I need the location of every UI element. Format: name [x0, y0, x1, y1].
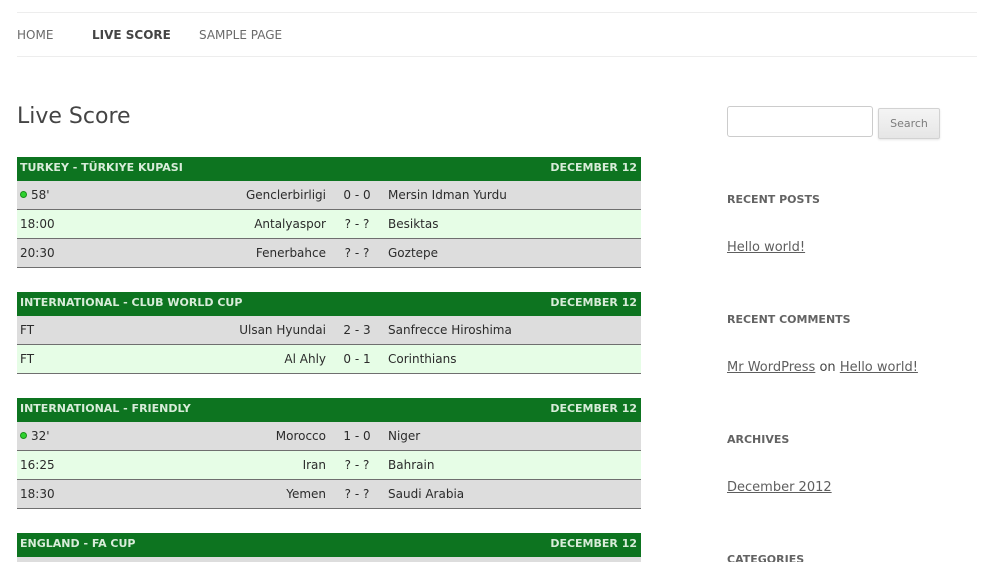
categories-title: CATEGORIES: [727, 553, 805, 562]
match-status: FT: [20, 352, 35, 366]
comment-post-link[interactable]: Hello world!: [840, 360, 918, 375]
match-score: 0 - 1: [343, 352, 371, 366]
competition-friendly: INTERNATIONAL - FRIENDLY DECEMBER 12 32'…: [17, 398, 641, 509]
page: HOME LIVE SCORE SAMPLE PAGE Live Score T…: [0, 0, 994, 562]
home-team: Fenerbahce: [255, 246, 326, 260]
competition-date: DECEMBER 12: [550, 296, 637, 309]
match-status: 32': [20, 422, 50, 450]
match-score: 2 - 3: [343, 323, 371, 337]
home-team: Genclerbirligi: [245, 188, 326, 202]
competition-header: INTERNATIONAL - CLUB WORLD CUP DECEMBER …: [17, 292, 641, 316]
archive-link[interactable]: December 2012: [727, 480, 832, 495]
match-row[interactable]: 20:30 Fenerbahce ? - ? Goztepe: [17, 239, 641, 268]
competition-name: INTERNATIONAL - CLUB WORLD CUP: [20, 296, 243, 309]
competition-date: DECEMBER 12: [550, 161, 637, 174]
comment-connector: on: [819, 360, 836, 375]
recent-posts-title: RECENT POSTS: [727, 193, 820, 206]
match-row[interactable]: 18:30 Yemen ? - ? Saudi Arabia: [17, 480, 641, 509]
home-team: Iran: [302, 458, 326, 472]
match-row[interactable]: [17, 557, 641, 562]
competition-header: ENGLAND - FA CUP DECEMBER 12: [17, 533, 641, 557]
away-team: Corinthians: [388, 352, 457, 366]
match-score: ? - ?: [344, 246, 370, 260]
live-indicator-icon: [20, 432, 27, 439]
match-row[interactable]: 16:25 Iran ? - ? Bahrain: [17, 451, 641, 480]
match-minute: 32': [31, 429, 50, 443]
recent-comment-item: Mr WordPress on Hello world!: [727, 360, 918, 375]
nav-item-live-score[interactable]: LIVE SCORE: [92, 13, 171, 57]
match-status: 16:25: [20, 458, 55, 472]
page-title: Live Score: [17, 104, 131, 129]
nav-item-sample-page[interactable]: SAMPLE PAGE: [199, 13, 282, 57]
away-team: Bahrain: [388, 458, 435, 472]
live-indicator-icon: [20, 191, 27, 198]
search-button[interactable]: Search: [878, 108, 940, 139]
away-team: Besiktas: [388, 217, 439, 231]
competition-name: ENGLAND - FA CUP: [20, 537, 136, 550]
match-score: 1 - 0: [343, 429, 371, 443]
competition-date: DECEMBER 12: [550, 537, 637, 550]
recent-post-link[interactable]: Hello world!: [727, 240, 805, 255]
match-row[interactable]: 32' Morocco 1 - 0 Niger: [17, 422, 641, 451]
match-row[interactable]: 58' Genclerbirligi 0 - 0 Mersin Idman Yu…: [17, 181, 641, 210]
match-minute: 58': [31, 188, 50, 202]
away-team: Mersin Idman Yurdu: [388, 188, 507, 202]
match-score: 0 - 0: [343, 188, 371, 202]
archives-title: ARCHIVES: [727, 433, 790, 446]
match-row[interactable]: 18:00 Antalyaspor ? - ? Besiktas: [17, 210, 641, 239]
competition-name: INTERNATIONAL - FRIENDLY: [20, 402, 191, 415]
away-team: Goztepe: [388, 246, 439, 260]
recent-comments-title: RECENT COMMENTS: [727, 313, 851, 326]
match-status: FT: [20, 323, 35, 337]
competition-name: TURKEY - TÜRKIYE KUPASI: [20, 161, 183, 174]
away-team: Niger: [388, 429, 421, 443]
match-status: 20:30: [20, 246, 55, 260]
competition-header: INTERNATIONAL - FRIENDLY DECEMBER 12: [17, 398, 641, 422]
main-navigation: HOME LIVE SCORE SAMPLE PAGE: [17, 12, 977, 57]
away-team: Sanfrecce Hiroshima: [388, 323, 512, 337]
home-team: Antalyaspor: [254, 217, 326, 231]
competition-club-world-cup: INTERNATIONAL - CLUB WORLD CUP DECEMBER …: [17, 292, 641, 374]
match-row[interactable]: FT Ulsan Hyundai 2 - 3 Sanfrecce Hiroshi…: [17, 316, 641, 345]
competition-header: TURKEY - TÜRKIYE KUPASI DECEMBER 12: [17, 157, 641, 181]
match-row[interactable]: FT Al Ahly 0 - 1 Corinthians: [17, 345, 641, 374]
match-score: ? - ?: [344, 217, 370, 231]
competition-fa-cup: ENGLAND - FA CUP DECEMBER 12: [17, 533, 641, 562]
home-team: Yemen: [286, 487, 326, 501]
home-team: Al Ahly: [284, 352, 326, 366]
match-status: 58': [20, 181, 50, 209]
match-score: ? - ?: [344, 487, 370, 501]
recent-posts-list: Hello world!: [727, 240, 805, 255]
archives-list: December 2012: [727, 480, 832, 495]
match-status: 18:30: [20, 487, 55, 501]
nav-item-home[interactable]: HOME: [17, 13, 53, 57]
match-score: ? - ?: [344, 458, 370, 472]
match-status: 18:00: [20, 217, 55, 231]
home-team: Ulsan Hyundai: [239, 323, 326, 337]
home-team: Morocco: [275, 429, 326, 443]
competition-date: DECEMBER 12: [550, 402, 637, 415]
away-team: Saudi Arabia: [388, 487, 465, 501]
search-input[interactable]: [727, 106, 873, 137]
competition-turkey-cup: TURKEY - TÜRKIYE KUPASI DECEMBER 12 58' …: [17, 157, 641, 268]
comment-author-link[interactable]: Mr WordPress: [727, 360, 815, 375]
